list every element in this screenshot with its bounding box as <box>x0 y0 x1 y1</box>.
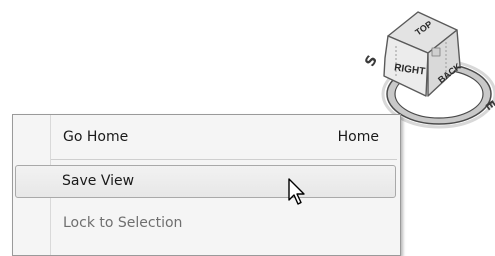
mouse-pointer-icon <box>288 178 305 205</box>
compass-south-label[interactable]: S <box>362 53 381 70</box>
menu-item-lock-to-selection[interactable]: Lock to Selection <box>15 207 398 240</box>
menu-item-save-view[interactable]: Save View <box>15 165 396 198</box>
menu-item-go-home[interactable]: Go Home Home <box>15 121 398 154</box>
menu-item-label: Lock to Selection <box>63 215 183 231</box>
viewcube-context-menu: Go Home Home Save View Lock to Selection <box>12 114 401 256</box>
menu-separator <box>51 159 397 160</box>
menu-item-label: Save View <box>62 173 135 189</box>
menu-item-label: Go Home <box>63 129 129 145</box>
cube-corner-hotspot[interactable] <box>431 47 441 57</box>
menu-item-shortcut: Home <box>337 129 379 145</box>
